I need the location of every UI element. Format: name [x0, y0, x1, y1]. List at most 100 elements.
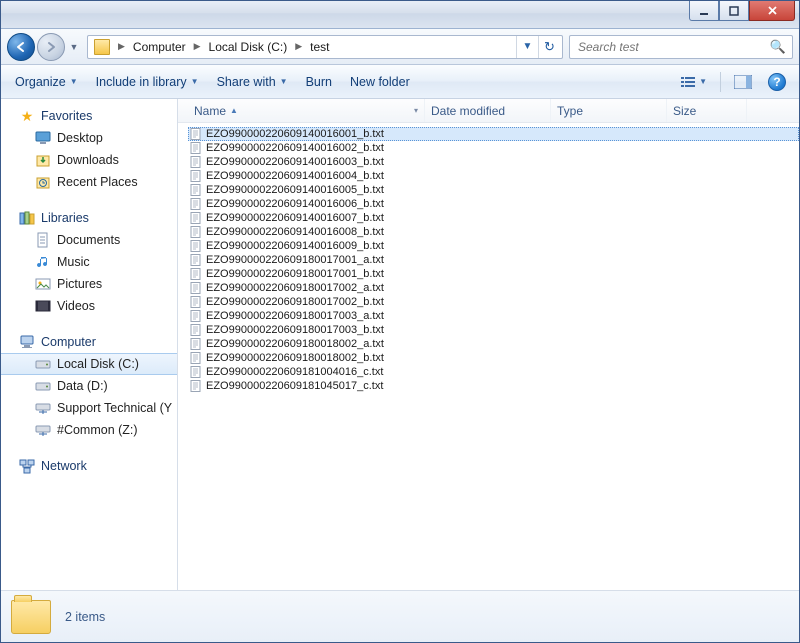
column-size[interactable]: Size	[667, 99, 747, 122]
file-name: EZO990000220609180018002_a.txt	[206, 337, 384, 351]
sidebar-item-libraries[interactable]: Music	[1, 251, 177, 273]
file-row[interactable]: EZO990000220609180018002_b.txt	[188, 351, 799, 365]
file-row[interactable]: EZO990000220609180017002_b.txt	[188, 295, 799, 309]
file-row[interactable]: EZO990000220609180018002_a.txt	[188, 337, 799, 351]
column-label: Name	[194, 104, 226, 118]
sidebar-item-favorites[interactable]: Recent Places	[1, 171, 177, 193]
file-name: EZO990000220609180017002_a.txt	[206, 281, 384, 295]
column-label: Type	[557, 104, 583, 118]
search-input[interactable]	[576, 39, 770, 55]
file-row[interactable]: EZO990000220609140016007_b.txt	[188, 211, 799, 225]
help-button[interactable]: ?	[763, 70, 791, 94]
file-name: EZO990000220609140016004_b.txt	[206, 169, 384, 183]
file-name: EZO990000220609140016007_b.txt	[206, 211, 384, 225]
organize-menu[interactable]: Organize▼	[9, 71, 84, 93]
breadcrumb-segment[interactable]: Computer	[129, 38, 190, 56]
network-header[interactable]: Network	[1, 455, 177, 477]
sidebar-item-libraries[interactable]: Pictures	[1, 273, 177, 295]
downloads-icon	[35, 152, 51, 168]
sidebar-item-libraries[interactable]: Documents	[1, 229, 177, 251]
drive-icon	[35, 378, 51, 394]
navigation-pane: ★ Favorites DesktopDownloadsRecent Place…	[1, 99, 178, 590]
sidebar-item-favorites[interactable]: Downloads	[1, 149, 177, 171]
file-name: EZO990000220609180018002_b.txt	[206, 351, 384, 365]
view-menu[interactable]: ▼	[675, 72, 712, 92]
sidebar-item-computer[interactable]: Data (D:)	[1, 375, 177, 397]
column-name[interactable]: Name ▲ ▾	[188, 99, 425, 122]
computer-header[interactable]: Computer	[1, 331, 177, 353]
address-bar[interactable]: ▶ Computer ▶ Local Disk (C:) ▶ test ▼ ↻	[87, 35, 563, 59]
text-file-icon	[190, 268, 202, 280]
search-box[interactable]: 🔍	[569, 35, 793, 59]
maximize-button[interactable]	[719, 1, 749, 21]
column-dropdown-icon[interactable]: ▾	[414, 106, 418, 115]
minimize-button[interactable]	[689, 1, 719, 21]
sidebar-item-favorites[interactable]: Desktop	[1, 127, 177, 149]
sidebar-item-label: Documents	[57, 233, 120, 247]
file-row[interactable]: EZO990000220609180017003_a.txt	[188, 309, 799, 323]
chevron-right-icon[interactable]: ▶	[114, 41, 129, 52]
preview-pane-button[interactable]	[729, 72, 757, 92]
file-row[interactable]: EZO990000220609180017003_b.txt	[188, 323, 799, 337]
chevron-right-icon[interactable]: ▶	[190, 41, 205, 52]
breadcrumb-segment[interactable]: test	[306, 38, 333, 56]
vid-icon	[35, 298, 51, 314]
refresh-button[interactable]: ↻	[538, 36, 560, 58]
file-row[interactable]: EZO990000220609181004016_c.txt	[188, 365, 799, 379]
include-in-library-menu[interactable]: Include in library▼	[90, 71, 205, 93]
file-row[interactable]: EZO990000220609181045017_c.txt	[188, 379, 799, 393]
file-row[interactable]: EZO990000220609180017001_b.txt	[188, 267, 799, 281]
column-date[interactable]: Date modified	[425, 99, 551, 122]
include-label: Include in library	[96, 75, 187, 89]
file-name: EZO990000220609140016006_b.txt	[206, 197, 384, 211]
chevron-right-icon[interactable]: ▶	[291, 41, 306, 52]
close-button[interactable]	[749, 1, 795, 21]
file-name: EZO990000220609180017001_b.txt	[206, 267, 384, 281]
netdrive-icon	[35, 400, 51, 416]
window-controls	[689, 1, 795, 28]
file-row[interactable]: EZO990000220609140016003_b.txt	[188, 155, 799, 169]
sidebar-item-libraries[interactable]: Videos	[1, 295, 177, 317]
burn-button[interactable]: Burn	[300, 71, 338, 93]
sidebar-item-label: Music	[57, 255, 90, 269]
view-icon	[680, 75, 696, 89]
column-type[interactable]: Type	[551, 99, 667, 122]
text-file-icon	[190, 338, 202, 350]
organize-label: Organize	[15, 75, 66, 89]
file-row[interactable]: EZO990000220609140016008_b.txt	[188, 225, 799, 239]
libraries-header[interactable]: Libraries	[1, 207, 177, 229]
favorites-header[interactable]: ★ Favorites	[1, 105, 177, 127]
text-file-icon	[190, 128, 202, 140]
computer-group: Computer Local Disk (C:)Data (D:)Support…	[1, 331, 177, 441]
column-label: Date modified	[431, 104, 505, 118]
sidebar-item-computer[interactable]: Support Technical (Y	[1, 397, 177, 419]
file-row[interactable]: EZO990000220609140016006_b.txt	[188, 197, 799, 211]
file-row[interactable]: EZO990000220609140016005_b.txt	[188, 183, 799, 197]
doc-icon	[35, 232, 51, 248]
breadcrumb-segment[interactable]: Local Disk (C:)	[205, 38, 292, 56]
text-file-icon	[190, 282, 202, 294]
text-file-icon	[190, 226, 202, 238]
file-row[interactable]: EZO990000220609180017001_a.txt	[188, 253, 799, 267]
file-row[interactable]: EZO990000220609140016004_b.txt	[188, 169, 799, 183]
file-row[interactable]: EZO990000220609140016001_b.txt	[188, 127, 799, 141]
recent-icon	[35, 174, 51, 190]
sidebar-item-computer[interactable]: Local Disk (C:)	[1, 353, 177, 375]
back-button[interactable]	[7, 33, 35, 61]
netdrive-icon	[35, 422, 51, 438]
file-row[interactable]: EZO990000220609140016009_b.txt	[188, 239, 799, 253]
file-row[interactable]: EZO990000220609140016002_b.txt	[188, 141, 799, 155]
file-list[interactable]: EZO990000220609140016001_b.txtEZO9900002…	[178, 123, 799, 590]
text-file-icon	[190, 310, 202, 322]
forward-button[interactable]	[37, 33, 65, 61]
music-icon	[35, 254, 51, 270]
share-with-menu[interactable]: Share with▼	[211, 71, 294, 93]
new-folder-button[interactable]: New folder	[344, 71, 416, 93]
file-name: EZO990000220609181045017_c.txt	[206, 379, 383, 393]
newfolder-label: New folder	[350, 75, 410, 89]
address-dropdown[interactable]: ▼	[516, 36, 538, 58]
sidebar-item-computer[interactable]: #Common (Z:)	[1, 419, 177, 441]
file-row[interactable]: EZO990000220609180017002_a.txt	[188, 281, 799, 295]
nav-history-dropdown[interactable]: ▼	[67, 37, 81, 57]
text-file-icon	[190, 352, 202, 364]
